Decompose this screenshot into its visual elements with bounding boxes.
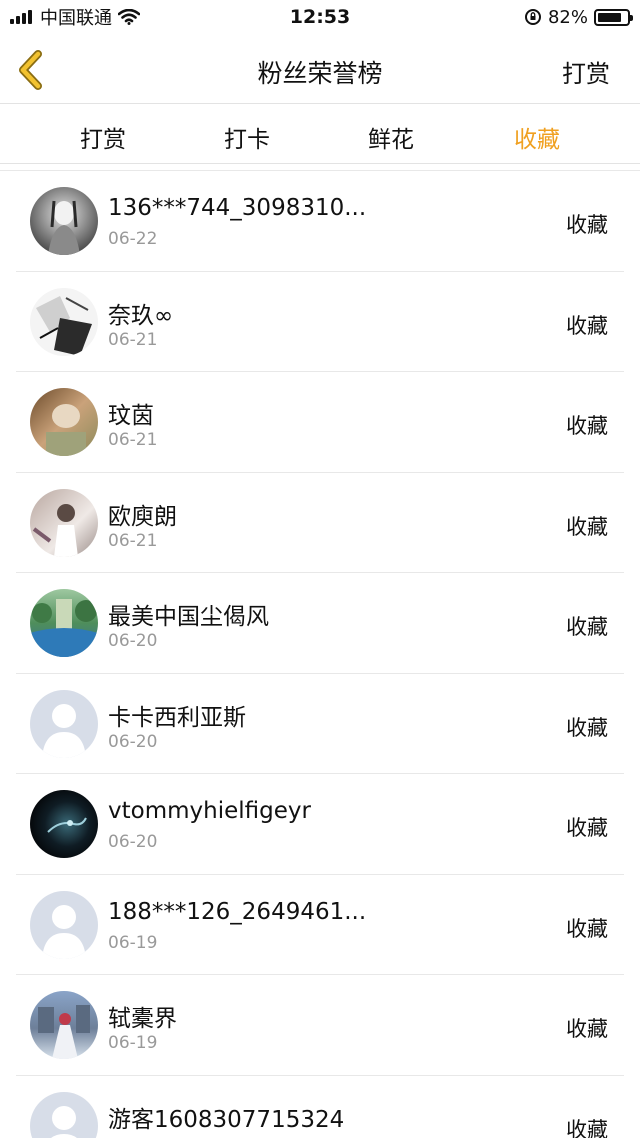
avatar-photo-icon [30, 488, 98, 557]
user-name: 奈玖∞ [108, 302, 174, 329]
item-type: 收藏 [566, 414, 608, 438]
status-bar: 中国联通 12:53 82% [0, 0, 640, 36]
item-type: 收藏 [566, 615, 608, 639]
tab-reward[interactable]: 打赏 [43, 120, 163, 154]
user-name: 最美中国尘偈风 [108, 604, 269, 630]
list-item[interactable]: 欧庾朗 06-21 收藏 [16, 473, 624, 573]
user-name: 轼橐界 [108, 1006, 177, 1032]
item-type: 收藏 [566, 313, 608, 338]
avatar-photo-icon [30, 589, 98, 657]
avatar-photo-icon [30, 187, 98, 255]
avatar [30, 488, 98, 557]
back-button[interactable] [10, 48, 50, 92]
tab-flowers[interactable]: 鲜花 [331, 120, 451, 154]
default-avatar-icon [30, 689, 98, 758]
item-type: 收藏 [566, 514, 608, 539]
avatar-photo-icon [30, 287, 98, 356]
avatar [30, 689, 98, 758]
orientation-lock-icon [524, 9, 541, 25]
tab-bar: 打赏 打卡 鲜花 收藏 [0, 104, 640, 164]
avatar [30, 187, 98, 255]
item-date: 06-20 [108, 832, 158, 852]
tab-checkin[interactable]: 打卡 [187, 120, 307, 154]
user-name: 游客1608307715324 [108, 1106, 345, 1133]
battery-fill [598, 12, 621, 22]
user-name: vtommyhielfigeyr [108, 798, 311, 824]
item-date: 06-19 [108, 932, 158, 953]
avatar [30, 589, 98, 657]
page-title: 粉丝荣誉榜 [257, 59, 383, 88]
list-item[interactable]: 奈玖∞ 06-21 收藏 [16, 272, 624, 372]
list-item[interactable]: vtommyhielfigeyr 06-20 收藏 [16, 774, 624, 875]
avatar [30, 1091, 98, 1138]
list-item[interactable]: 188***126_2649461... 06-19 收藏 [16, 875, 624, 975]
nav-bar: 粉丝荣誉榜 打赏 [0, 36, 640, 104]
list-item[interactable]: 玟茵 06-21 收藏 [16, 372, 624, 473]
reward-button[interactable]: 打赏 [562, 54, 610, 89]
item-type: 收藏 [566, 916, 608, 941]
list-item[interactable]: 轼橐界 06-19 收藏 [16, 975, 624, 1076]
item-date: 06-20 [108, 631, 158, 651]
avatar [30, 991, 98, 1059]
avatar [30, 790, 98, 858]
battery-percent: 82% [547, 6, 588, 28]
item-type: 收藏 [566, 816, 608, 840]
avatar-photo-icon [30, 790, 98, 858]
chevron-left-icon [19, 50, 42, 90]
user-name: 136***744_3098310... [108, 195, 367, 221]
avatar [30, 388, 98, 456]
tab-favorites[interactable]: 收藏 [477, 120, 597, 154]
item-date: 06-19 [108, 1033, 158, 1053]
item-date: 06-22 [108, 229, 158, 249]
list-item[interactable]: 最美中国尘偈风 06-20 收藏 [16, 573, 624, 674]
user-name: 玟茵 [108, 403, 154, 429]
default-avatar-icon [30, 890, 98, 959]
avatar-photo-icon [30, 388, 98, 456]
avatar [30, 287, 98, 356]
item-type: 收藏 [566, 213, 608, 237]
item-date: 06-21 [108, 430, 158, 450]
user-name: 欧庾朗 [108, 503, 177, 530]
item-type: 收藏 [566, 715, 608, 740]
user-name: 卡卡西利亚斯 [108, 704, 246, 731]
list-item[interactable]: 卡卡西利亚斯 06-20 收藏 [16, 674, 624, 774]
list-item[interactable]: 游客1608307715324 收藏 [16, 1076, 624, 1138]
item-type: 收藏 [566, 1017, 608, 1041]
avatar [30, 890, 98, 959]
default-avatar-icon [30, 1091, 98, 1138]
item-date: 06-20 [108, 731, 158, 752]
battery-icon [594, 8, 633, 26]
item-type: 收藏 [566, 1117, 608, 1138]
user-name: 188***126_2649461... [108, 898, 367, 925]
item-date: 06-21 [108, 530, 158, 551]
list-item[interactable]: 136***744_3098310... 06-22 收藏 [16, 171, 624, 272]
fan-list: 136***744_3098310... 06-22 收藏 奈玖∞ 06-21 … [0, 170, 640, 1138]
status-right: 82% [524, 6, 633, 28]
avatar-photo-icon [30, 991, 98, 1059]
item-date: 06-21 [108, 329, 158, 350]
